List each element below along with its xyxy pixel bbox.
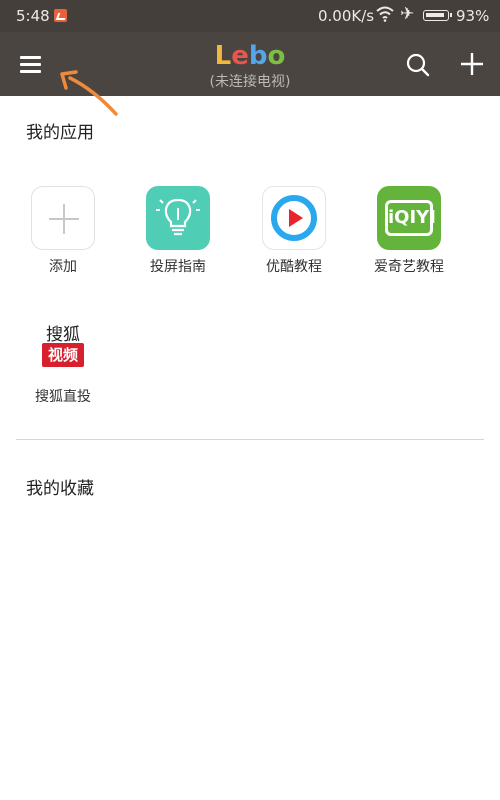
section-divider	[16, 439, 484, 440]
my-apps-title: 我的应用	[26, 123, 94, 143]
app-label: 优酷教程	[266, 259, 322, 275]
iqiyi-logo-text: iQIYI	[385, 200, 436, 236]
app-label: 搜狐直投	[35, 389, 91, 405]
airplane-icon: ✈	[400, 4, 415, 24]
app-sohu-cast[interactable]: 搜狐 视频 搜狐直投	[13, 318, 113, 406]
lightbulb-icon	[146, 186, 210, 250]
logo-letter: b	[248, 41, 268, 71]
logo-letter: e	[231, 41, 249, 71]
app-cast-guide[interactable]: 投屏指南	[128, 186, 228, 276]
search-button[interactable]	[405, 52, 431, 78]
sohu-video-icon: 搜狐 视频	[31, 318, 95, 382]
status-time: 5:48	[16, 7, 50, 25]
favorites-title: 我的收藏	[26, 479, 94, 499]
network-speed: 0.00K/s	[318, 7, 375, 25]
youku-play-icon	[262, 186, 326, 250]
logo-letter: L	[214, 41, 232, 71]
notification-icon	[54, 9, 67, 22]
add-icon	[31, 186, 95, 250]
app-iqiyi-tutorial[interactable]: iQIYI 爱奇艺教程	[359, 186, 459, 276]
sohu-logo-bottom: 视频	[42, 343, 84, 367]
sohu-logo-top: 搜狐	[46, 325, 80, 345]
add-button[interactable]	[458, 50, 486, 78]
app-label: 投屏指南	[150, 259, 206, 275]
app-add[interactable]: 添加	[13, 186, 113, 276]
app-bar: Lebo (未连接电视)	[0, 32, 500, 96]
wifi-icon	[376, 6, 394, 22]
app-label: 爱奇艺教程	[374, 259, 444, 275]
battery-icon	[423, 10, 452, 21]
status-bar: 5:48 0.00K/s ✈ 93%	[0, 0, 500, 32]
app-youku-tutorial[interactable]: 优酷教程	[244, 186, 344, 276]
add-icon	[461, 53, 483, 75]
logo-letter: o	[267, 41, 286, 71]
iqiyi-logo-icon: iQIYI	[377, 186, 441, 250]
battery-percent: 93%	[456, 7, 490, 25]
app-label: 添加	[49, 259, 77, 275]
